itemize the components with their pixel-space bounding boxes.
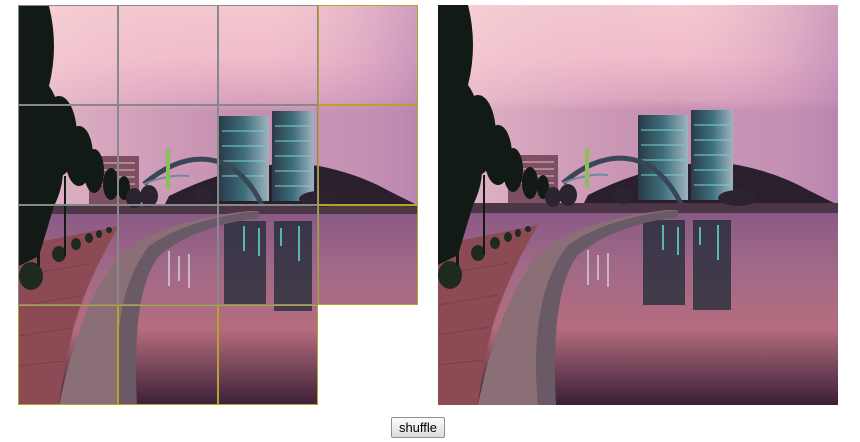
puzzle-tile[interactable]	[18, 105, 118, 205]
puzzle-tile[interactable]	[318, 5, 418, 105]
puzzle-tile[interactable]	[118, 5, 218, 105]
shuffle-button[interactable]: shuffle	[391, 417, 445, 438]
puzzle-tile[interactable]	[218, 205, 318, 305]
puzzle-tile[interactable]	[118, 105, 218, 205]
puzzle-tile[interactable]	[318, 205, 418, 305]
game-stage: shuffle	[0, 0, 860, 442]
puzzle-tile[interactable]	[218, 5, 318, 105]
puzzle-tile[interactable]	[18, 205, 118, 305]
reference-image	[438, 5, 838, 405]
puzzle-tile[interactable]	[318, 105, 418, 205]
puzzle-tile[interactable]	[18, 5, 118, 105]
puzzle-tile[interactable]	[118, 205, 218, 305]
puzzle-tile[interactable]	[218, 105, 318, 205]
puzzle-tile[interactable]	[118, 305, 218, 405]
puzzle-tile[interactable]	[218, 305, 318, 405]
puzzle-board	[18, 5, 418, 405]
reference-photo	[438, 5, 838, 405]
puzzle-tile[interactable]	[18, 305, 118, 405]
